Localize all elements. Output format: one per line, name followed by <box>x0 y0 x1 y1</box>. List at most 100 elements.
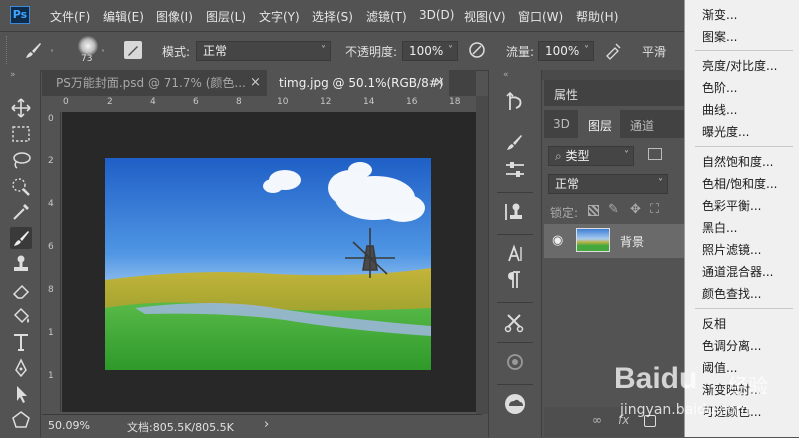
lasso-tool-icon[interactable] <box>10 149 32 171</box>
collapse-arrows-icon[interactable]: « <box>503 70 509 80</box>
stamp-tool-icon[interactable] <box>10 253 32 275</box>
marquee-tool-icon[interactable] <box>10 123 32 145</box>
quick-selection-tool-icon[interactable] <box>10 175 32 197</box>
menu-help[interactable]: 帮助(H) <box>576 8 618 25</box>
layer-row-background[interactable]: ◉ 背景 <box>544 224 684 258</box>
mode-label: 模式: <box>162 45 191 59</box>
menu-item-levels[interactable]: 色阶... <box>702 79 737 96</box>
tab-channels[interactable]: 通道 <box>630 117 654 134</box>
brush-tip-preview[interactable] <box>78 36 98 56</box>
menu-view[interactable]: 视图(V) <box>464 8 506 25</box>
path-selection-tool-icon[interactable] <box>10 383 32 405</box>
h-ruler-tick: 12 <box>320 97 332 107</box>
visibility-eye-icon[interactable]: ◉ <box>552 233 563 248</box>
menu-item-gradient[interactable]: 渐变... <box>702 6 737 23</box>
clone-source-icon[interactable] <box>502 200 528 224</box>
menu-separator <box>695 308 793 309</box>
smoothing-label: 平滑 <box>642 45 667 59</box>
layer-style-icon[interactable]: fx <box>618 413 629 427</box>
tab-timg[interactable]: timg.jpg @ 50.1%(RGB/8#) × <box>267 70 449 96</box>
collapse-arrows-icon[interactable]: » <box>10 70 16 80</box>
flow-input[interactable]: 100% ˅ <box>538 41 594 61</box>
search-icon: ⌕ <box>555 149 566 163</box>
divider <box>497 192 533 193</box>
v-ruler-tick: 8 <box>48 285 54 295</box>
lock-pixels-icon[interactable]: ✎ <box>608 202 619 217</box>
eraser-tool-icon[interactable] <box>10 279 32 301</box>
move-tool-icon[interactable] <box>10 97 32 119</box>
paint-bucket-tool-icon[interactable] <box>10 305 32 327</box>
tool-presets-icon[interactable] <box>502 310 528 334</box>
menu-item-photo-filter[interactable]: 照片滤镜... <box>702 241 761 258</box>
menu-item-color-balance[interactable]: 色彩平衡... <box>702 197 761 214</box>
type-tool-icon[interactable] <box>10 331 32 353</box>
status-menu-arrow-icon[interactable]: › <box>264 417 269 432</box>
v-ruler-tick: 4 <box>48 199 54 209</box>
menu-item-hue-saturation[interactable]: 色相/饱和度... <box>702 175 778 192</box>
link-layers-icon[interactable]: ∞ <box>592 413 602 427</box>
menu-file[interactable]: 文件(F) <box>50 8 90 25</box>
menu-item-gradient-map[interactable]: 渐变映射... <box>702 381 761 398</box>
lock-artboard-icon[interactable]: ⛶ <box>650 202 659 217</box>
blend-mode-select[interactable]: 正常 ˅ <box>548 174 668 194</box>
pressure-opacity-icon[interactable] <box>467 40 487 60</box>
airbrush-icon[interactable] <box>603 40 623 60</box>
menu-item-threshold[interactable]: 阈值... <box>702 359 737 376</box>
menu-type[interactable]: 文字(Y) <box>259 8 300 25</box>
brush-size-chevron-icon[interactable]: ˅ <box>101 49 105 58</box>
tab-3d[interactable]: 3D <box>553 117 570 131</box>
menu-item-black-white[interactable]: 黑白... <box>702 219 737 236</box>
menu-layer[interactable]: 图层(L) <box>206 8 246 25</box>
menu-item-vibrance[interactable]: 自然饱和度... <box>702 153 773 170</box>
menu-image[interactable]: 图像(I) <box>156 8 193 25</box>
filter-kind-select[interactable]: ⌕ 类型 ˅ <box>548 146 634 166</box>
lock-position-icon[interactable]: ✥ <box>630 202 641 217</box>
tab-psd-cover[interactable]: PS万能封面.psd @ 71.7% (颜色... × <box>42 70 267 96</box>
menu-window[interactable]: 窗口(W) <box>518 8 563 25</box>
layer-mask-icon[interactable] <box>644 415 656 427</box>
mode-select[interactable]: 正常 ˅ <box>196 41 331 61</box>
divider <box>497 342 533 343</box>
creative-cloud-libraries-icon[interactable] <box>502 392 528 416</box>
tab-layers[interactable]: 图层 <box>578 110 620 138</box>
close-icon[interactable]: × <box>434 70 445 96</box>
menu-item-channel-mixer[interactable]: 通道混合器... <box>702 263 773 280</box>
filter-image-icon[interactable] <box>648 148 662 160</box>
lock-transparent-icon[interactable] <box>588 205 599 216</box>
menu-item-pattern[interactable]: 图案... <box>702 28 737 45</box>
eyedropper-tool-icon[interactable] <box>10 201 32 223</box>
menu-item-curves[interactable]: 曲线... <box>702 101 737 118</box>
brush-settings-icon[interactable] <box>502 158 528 182</box>
menu-item-posterize[interactable]: 色调分离... <box>702 337 761 354</box>
h-ruler-tick: 10 <box>277 97 289 107</box>
menu-item-selective-color[interactable]: 可选颜色... <box>702 403 761 420</box>
document-image[interactable] <box>105 158 431 370</box>
brush-panel-toggle-icon[interactable] <box>124 41 142 59</box>
ruler-corner <box>42 96 62 112</box>
menu-filter[interactable]: 滤镜(T) <box>366 8 407 25</box>
pen-tool-icon[interactable] <box>10 357 32 379</box>
adjustments-icon[interactable] <box>502 350 528 374</box>
properties-title[interactable]: 属性 <box>554 86 578 103</box>
paragraph-icon[interactable] <box>502 268 528 292</box>
menu-select[interactable]: 选择(S) <box>312 8 353 25</box>
zoom-level[interactable]: 50.09% <box>48 419 90 432</box>
opacity-input[interactable]: 100% ˅ <box>402 41 458 61</box>
brush-preset-chevron-icon[interactable]: ˅ <box>50 49 54 58</box>
tab-timg-label: timg.jpg @ 50.1%(RGB/8#) <box>279 76 444 90</box>
menu-item-exposure[interactable]: 曝光度... <box>702 123 749 140</box>
menu-item-brightness-contrast[interactable]: 亮度/对比度... <box>702 57 778 74</box>
shape-tool-icon[interactable] <box>10 409 32 431</box>
brush-presets-icon[interactable] <box>502 130 528 154</box>
canvas-vertical-scrollbar[interactable] <box>476 96 488 414</box>
brush-tool-icon[interactable] <box>10 227 32 249</box>
menu-edit[interactable]: 编辑(E) <box>103 8 144 25</box>
brush-tool-preset-icon[interactable] <box>22 39 44 61</box>
menu-item-invert[interactable]: 反相 <box>702 315 726 332</box>
menu-3d[interactable]: 3D(D) <box>419 8 454 22</box>
character-icon[interactable] <box>502 242 528 266</box>
history-icon[interactable] <box>502 90 528 114</box>
menu-item-color-lookup[interactable]: 颜色查找... <box>702 285 761 302</box>
canvas-area[interactable] <box>62 112 476 412</box>
close-icon[interactable]: × <box>250 70 261 96</box>
